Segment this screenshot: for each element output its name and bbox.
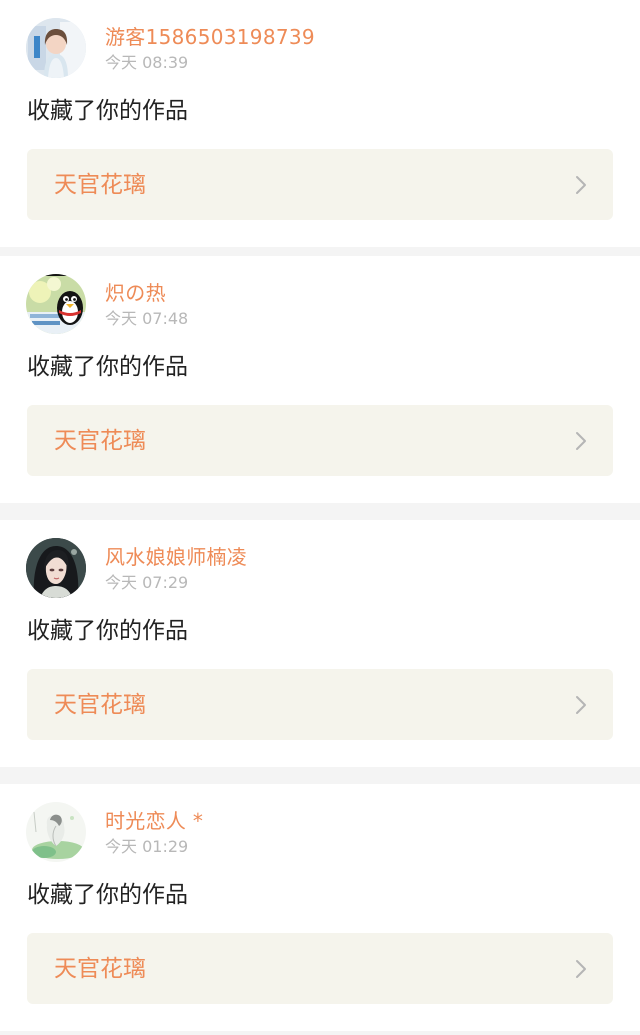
notification-feed: 游客1586503198739 今天 08:39 收藏了你的作品 天官花璃 炽の…: [0, 0, 640, 1035]
notification-card: 风水娘娘师楠凌 今天 07:29 收藏了你的作品 天官花璃: [0, 520, 640, 767]
work-title: 天官花璃: [54, 172, 146, 198]
work-link[interactable]: 天官花璃: [27, 149, 613, 220]
user-meta: 游客1586503198739 今天 08:39: [105, 24, 315, 73]
work-title: 天官花璃: [54, 428, 146, 454]
notification-header: 时光恋人 * 今天 01:29: [26, 801, 203, 863]
action-text: 收藏了你的作品: [27, 882, 188, 908]
action-text: 收藏了你的作品: [27, 618, 188, 644]
notification-header: 游客1586503198739 今天 08:39: [26, 17, 315, 79]
timestamp: 今天 07:29: [105, 572, 189, 592]
chevron-right-icon: [575, 959, 587, 979]
user-meta: 风水娘娘师楠凌 今天 07:29: [105, 544, 247, 593]
user-meta: 炽の热 今天 07:48: [105, 280, 188, 329]
avatar-anime-woman-icon[interactable]: [26, 538, 86, 598]
timestamp: 今天 07:48: [105, 308, 189, 328]
username[interactable]: 炽の热: [105, 280, 188, 306]
chevron-right-icon: [575, 695, 587, 715]
chevron-right-icon: [575, 175, 587, 195]
username[interactable]: 风水娘娘师楠凌: [105, 544, 247, 570]
notification-header: 炽の热 今天 07:48: [26, 273, 188, 335]
action-text: 收藏了你的作品: [27, 354, 188, 380]
notification-card: 炽の热 今天 07:48 收藏了你的作品 天官花璃: [0, 256, 640, 503]
user-meta: 时光恋人 * 今天 01:29: [105, 808, 203, 857]
username[interactable]: 时光恋人 *: [105, 808, 203, 834]
work-title: 天官花璃: [54, 692, 146, 718]
notification-header: 风水娘娘师楠凌 今天 07:29: [26, 537, 247, 599]
timestamp: 今天 01:29: [105, 836, 189, 856]
username[interactable]: 游客1586503198739: [105, 24, 315, 50]
notification-card: 时光恋人 * 今天 01:29 收藏了你的作品 天官花璃: [0, 784, 640, 1031]
timestamp: 今天 08:39: [105, 52, 189, 72]
avatar-girl-photo-icon[interactable]: [26, 18, 86, 78]
action-text: 收藏了你的作品: [27, 98, 188, 124]
work-link[interactable]: 天官花璃: [27, 933, 613, 1004]
chevron-right-icon: [575, 431, 587, 451]
notification-card: 游客1586503198739 今天 08:39 收藏了你的作品 天官花璃: [0, 0, 640, 247]
work-link[interactable]: 天官花璃: [27, 669, 613, 740]
avatar-qq-penguin-icon[interactable]: [26, 274, 86, 334]
work-title: 天官花璃: [54, 956, 146, 982]
avatar-ink-painting-icon[interactable]: [26, 802, 86, 862]
work-link[interactable]: 天官花璃: [27, 405, 613, 476]
